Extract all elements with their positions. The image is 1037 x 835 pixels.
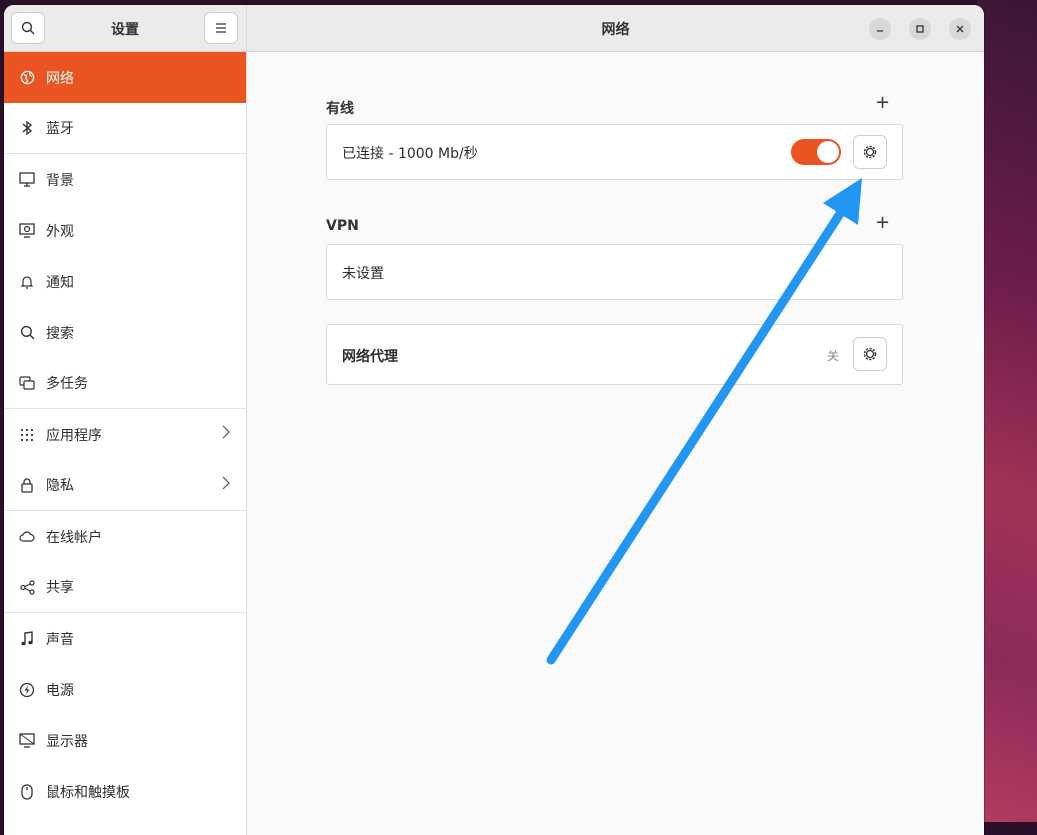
sidebar-item-multitasking[interactable]: 多任务 <box>4 358 246 409</box>
close-icon <box>956 25 964 33</box>
chevron-right-icon <box>222 475 230 494</box>
sidebar-item-privacy[interactable]: 隐私 <box>4 460 246 511</box>
share-icon <box>18 578 36 596</box>
sidebar: 设置 网络 蓝牙 背景 外观 通知 搜索 多任务 应用程序 隐私 在线帐户 共享… <box>4 5 247 835</box>
minimize-button[interactable] <box>869 18 891 40</box>
sidebar-item-sharing[interactable]: 共享 <box>4 562 246 613</box>
network-page: 有线 + 已连接 - 1000 Mb/秒 VPN + 未设置 网络代理 关 <box>247 52 984 835</box>
menu-button[interactable] <box>204 12 238 44</box>
vpn-status: 未设置 <box>342 266 384 282</box>
maximize-button[interactable] <box>909 18 931 40</box>
close-button[interactable] <box>949 18 971 40</box>
search-icon <box>18 324 36 342</box>
gear-icon <box>863 347 877 361</box>
gear-icon <box>863 145 877 159</box>
globe-icon <box>18 69 36 87</box>
sidebar-item-label: 搜索 <box>46 325 74 342</box>
maximize-icon <box>916 25 924 33</box>
sidebar-item-label: 声音 <box>46 631 74 648</box>
grid-icon <box>18 426 36 444</box>
music-note-icon <box>18 630 36 648</box>
sidebar-item-label: 电源 <box>46 682 74 699</box>
wired-connection-row: 已连接 - 1000 Mb/秒 <box>326 124 903 180</box>
sidebar-item-applications[interactable]: 应用程序 <box>4 409 246 460</box>
wired-toggle-switch[interactable] <box>791 139 841 165</box>
chevron-right-icon <box>222 424 230 443</box>
proxy-settings-button[interactable] <box>853 337 887 371</box>
sidebar-item-label: 显示器 <box>46 733 88 750</box>
network-proxy-label: 网络代理 <box>342 349 398 365</box>
toggle-knob <box>817 141 839 163</box>
wired-connection-status: 已连接 - 1000 Mb/秒 <box>342 146 478 162</box>
appearance-icon <box>18 222 36 240</box>
add-vpn-button[interactable]: + <box>875 212 890 233</box>
power-icon <box>18 681 36 699</box>
lock-icon <box>18 476 36 494</box>
sidebar-item-background[interactable]: 背景 <box>4 154 246 205</box>
multitask-icon <box>18 374 36 392</box>
settings-window: 设置 网络 蓝牙 背景 外观 通知 搜索 多任务 应用程序 隐私 在线帐户 共享… <box>4 5 984 835</box>
bluetooth-icon <box>18 119 36 137</box>
sidebar-item-label: 鼠标和触摸板 <box>46 784 130 801</box>
sidebar-item-appearance[interactable]: 外观 <box>4 205 246 256</box>
cloud-icon <box>18 528 36 546</box>
monitor-icon <box>18 171 36 189</box>
mouse-icon <box>18 783 36 801</box>
hamburger-menu-icon <box>216 23 226 33</box>
minimize-icon <box>877 30 883 32</box>
proxy-status: 关 <box>827 349 840 363</box>
sidebar-item-power[interactable]: 电源 <box>4 664 246 715</box>
sidebar-item-displays[interactable]: 显示器 <box>4 715 246 766</box>
sidebar-item-mouse-touchpad[interactable]: 鼠标和触摸板 <box>4 766 246 817</box>
sidebar-item-label: 共享 <box>46 580 74 596</box>
network-proxy-row[interactable]: 网络代理 关 <box>326 324 903 385</box>
sidebar-item-online-accounts[interactable]: 在线帐户 <box>4 511 246 562</box>
sidebar-item-label: 多任务 <box>46 376 88 392</box>
sidebar-item-label: 在线帐户 <box>46 529 102 546</box>
sidebar-item-label: 通知 <box>46 274 74 291</box>
sidebar-item-network[interactable]: 网络 <box>4 52 246 103</box>
sidebar-item-bluetooth[interactable]: 蓝牙 <box>4 103 246 154</box>
display-icon <box>18 732 36 750</box>
sidebar-item-notifications[interactable]: 通知 <box>4 256 246 307</box>
sidebar-item-sound[interactable]: 声音 <box>4 613 246 664</box>
bell-icon <box>18 273 36 291</box>
wired-settings-button[interactable] <box>853 135 887 169</box>
sidebar-item-label: 蓝牙 <box>46 121 74 137</box>
sidebar-item-label: 背景 <box>46 172 74 189</box>
add-wired-button[interactable]: + <box>875 92 890 113</box>
vpn-row: 未设置 <box>326 244 903 300</box>
sidebar-item-label: 网络 <box>46 70 74 87</box>
sidebar-item-search[interactable]: 搜索 <box>4 307 246 358</box>
sidebar-item-label: 隐私 <box>46 478 74 494</box>
sidebar-header: 设置 <box>4 5 246 52</box>
header-bar: 网络 <box>247 5 984 52</box>
desktop-wallpaper <box>977 0 1037 822</box>
sidebar-item-label: 应用程序 <box>46 427 102 444</box>
wired-section-title: 有线 <box>326 101 354 117</box>
vpn-section-title: VPN <box>326 218 359 234</box>
sidebar-item-label: 外观 <box>46 223 74 240</box>
